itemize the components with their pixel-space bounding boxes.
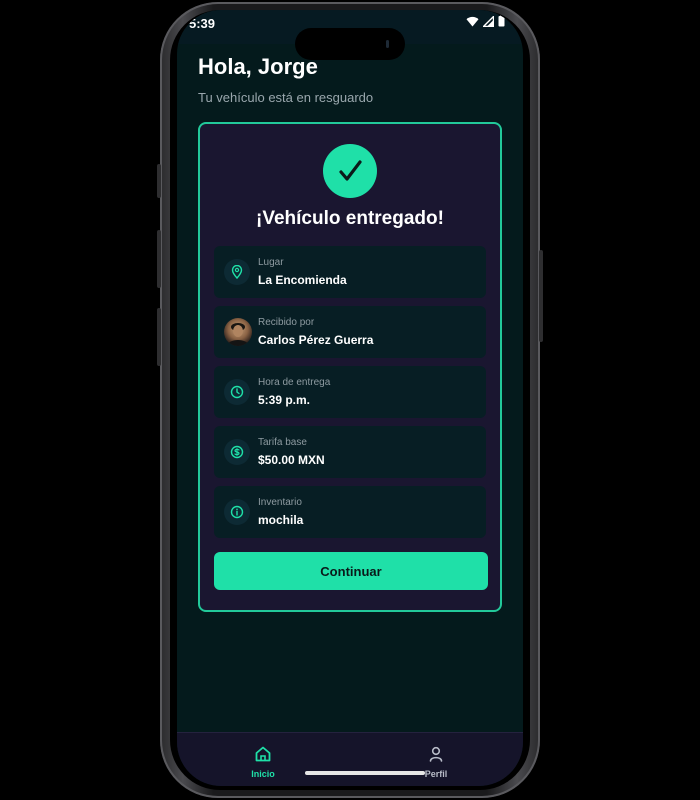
volume-down-button	[157, 308, 161, 366]
check-icon	[323, 144, 377, 198]
wifi-icon	[466, 16, 479, 26]
greeting-title: Hola, Jorge	[198, 54, 318, 79]
power-button	[539, 250, 543, 342]
avatar	[224, 318, 252, 346]
volume-up-button	[157, 230, 161, 288]
home-icon	[255, 746, 271, 762]
clock-icon	[224, 379, 250, 405]
status-icons	[466, 15, 505, 27]
battery-icon	[498, 15, 505, 27]
info-label: Hora de entrega	[258, 377, 331, 388]
checkmark-glyph	[339, 160, 362, 181]
info-label: Inventario	[258, 497, 302, 508]
silent-switch	[157, 164, 161, 198]
info-label: Recibido por	[258, 317, 315, 328]
info-label: Tarifa base	[258, 437, 307, 448]
stage: 5:39 Hola, Jorge Tu vehículo está en res…	[0, 0, 700, 800]
info-row-received-by: Recibido por Carlos Pérez Guerra	[214, 306, 486, 358]
status-time: 5:39	[189, 16, 216, 31]
info-row-delivery-time: Hora de entrega 5:39 p.m.	[214, 366, 486, 418]
info-value: Carlos Pérez Guerra	[258, 333, 374, 347]
info-row-place: Lugar La Encomienda	[214, 246, 486, 298]
home-indicator[interactable]	[305, 771, 425, 775]
nav-label-home: Inicio	[251, 769, 275, 779]
location-pin-icon	[224, 259, 250, 285]
info-icon	[224, 499, 250, 525]
greeting-subtitle: Tu vehículo está en resguardo	[198, 90, 374, 105]
info-value: $50.00 MXN	[258, 453, 325, 467]
info-label: Lugar	[258, 257, 284, 268]
dollar-icon	[224, 439, 250, 465]
nav-item-home[interactable]: Inicio	[233, 745, 293, 779]
user-icon	[429, 746, 443, 762]
bottom-nav: Inicio Perfil	[177, 732, 523, 786]
info-value: 5:39 p.m.	[258, 393, 311, 407]
delivered-title: ¡Vehículo entregado!	[256, 208, 444, 229]
delivery-card: ¡Vehículo entregado! Lugar La Encomienda	[198, 122, 502, 612]
front-camera	[386, 40, 389, 48]
continue-button[interactable]: Continuar	[214, 552, 488, 590]
info-value: La Encomienda	[258, 273, 347, 287]
info-row-base-fee: Tarifa base $50.00 MXN	[214, 426, 486, 478]
info-row-inventory: Inventario mochila	[214, 486, 486, 538]
cellular-signal-icon	[483, 15, 494, 27]
info-value: mochila	[258, 513, 304, 527]
screen: 5:39 Hola, Jorge Tu vehículo está en res…	[177, 10, 523, 786]
